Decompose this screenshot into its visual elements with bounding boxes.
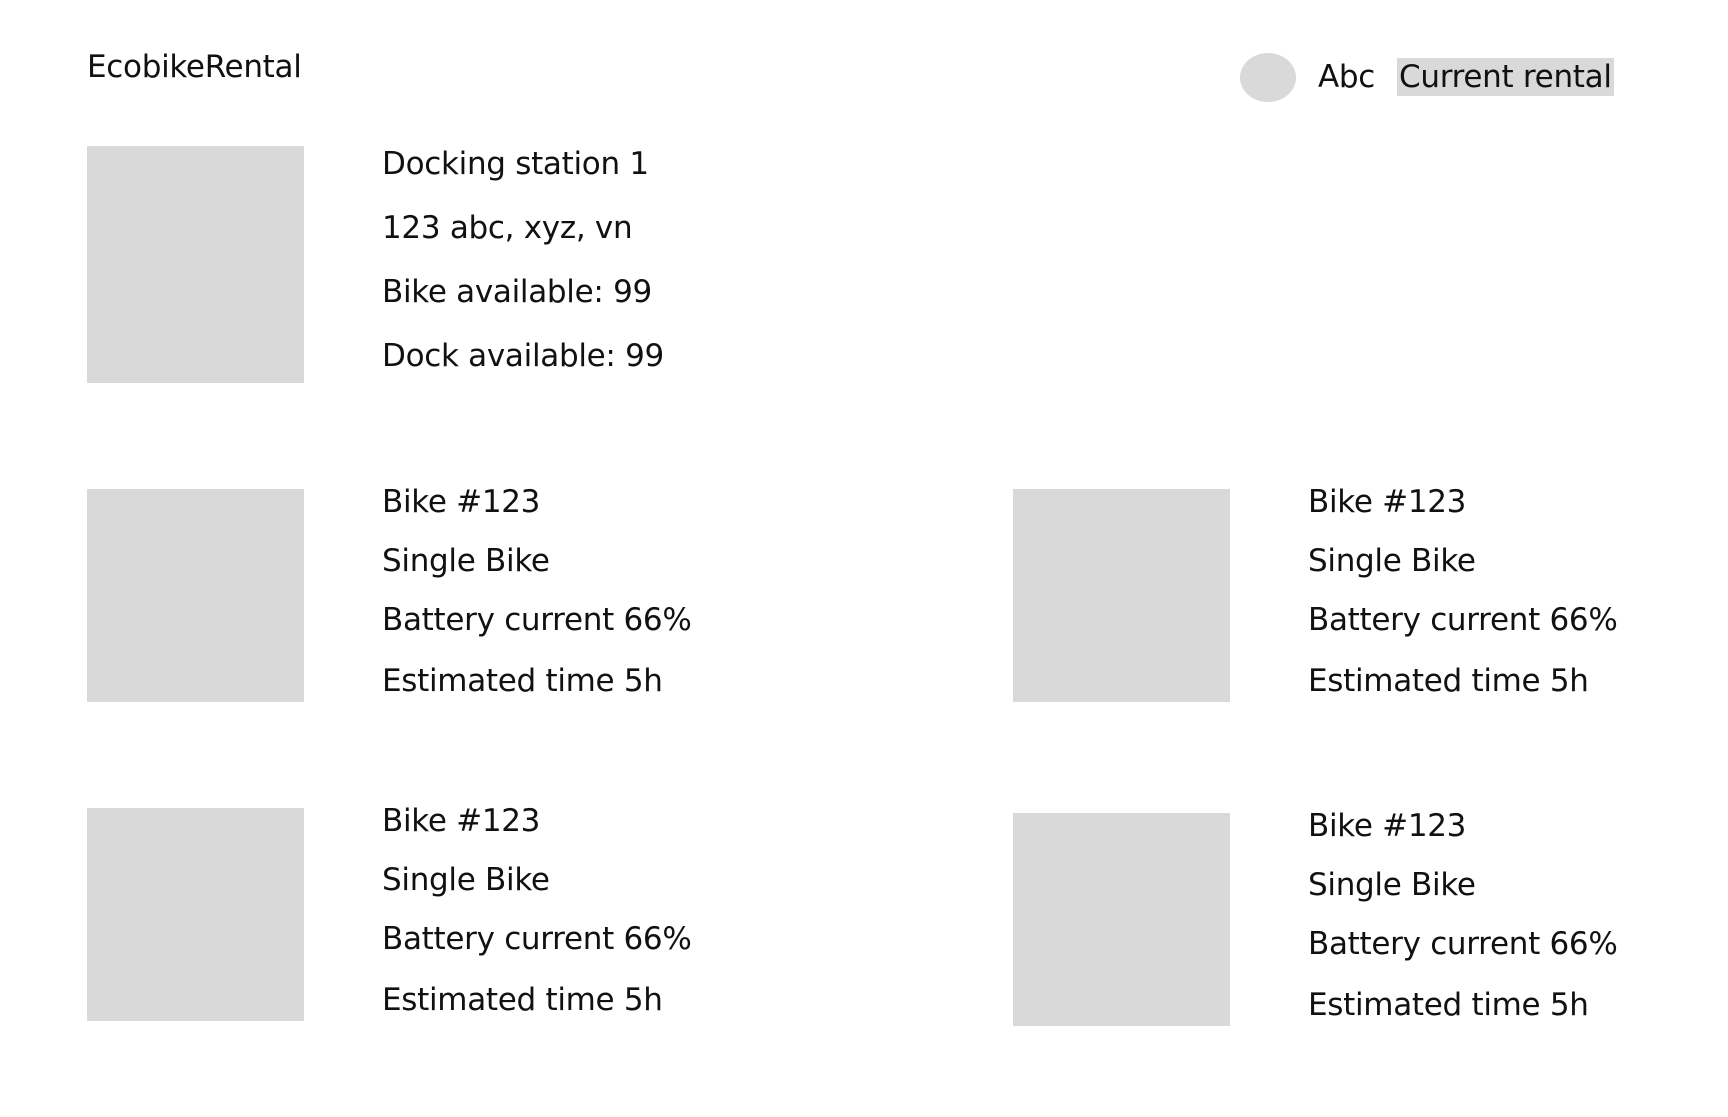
bike-type: Single Bike — [382, 543, 550, 579]
bike-image[interactable] — [1013, 489, 1230, 702]
bike-estimated-time: Estimated time 5h — [1308, 987, 1589, 1023]
avatar[interactable] — [1240, 52, 1296, 102]
app-title: EcobikeRental — [87, 49, 302, 85]
user-menu: Abc Current rental — [1240, 52, 1614, 102]
bike-image[interactable] — [87, 489, 304, 702]
bike-id: Bike #123 — [382, 484, 541, 520]
bike-battery: Battery current 66% — [382, 602, 692, 638]
station-dock-available: Dock available: 99 — [382, 338, 664, 374]
bike-battery: Battery current 66% — [1308, 602, 1618, 638]
bike-type: Single Bike — [382, 862, 550, 898]
username: Abc — [1318, 59, 1376, 95]
station-name: Docking station 1 — [382, 146, 649, 182]
bike-type: Single Bike — [1308, 543, 1476, 579]
station-image — [87, 146, 304, 383]
bike-battery: Battery current 66% — [1308, 926, 1618, 962]
station-bike-available: Bike available: 99 — [382, 274, 652, 310]
bike-image[interactable] — [87, 808, 304, 1021]
bike-type: Single Bike — [1308, 867, 1476, 903]
bike-id: Bike #123 — [382, 803, 541, 839]
current-rental-button[interactable]: Current rental — [1397, 58, 1614, 96]
bike-id: Bike #123 — [1308, 484, 1467, 520]
bike-battery: Battery current 66% — [382, 921, 692, 957]
bike-estimated-time: Estimated time 5h — [382, 982, 663, 1018]
bike-estimated-time: Estimated time 5h — [1308, 663, 1589, 699]
bike-id: Bike #123 — [1308, 808, 1467, 844]
bike-image[interactable] — [1013, 813, 1230, 1026]
bike-estimated-time: Estimated time 5h — [382, 663, 663, 699]
station-address: 123 abc, xyz, vn — [382, 210, 633, 246]
